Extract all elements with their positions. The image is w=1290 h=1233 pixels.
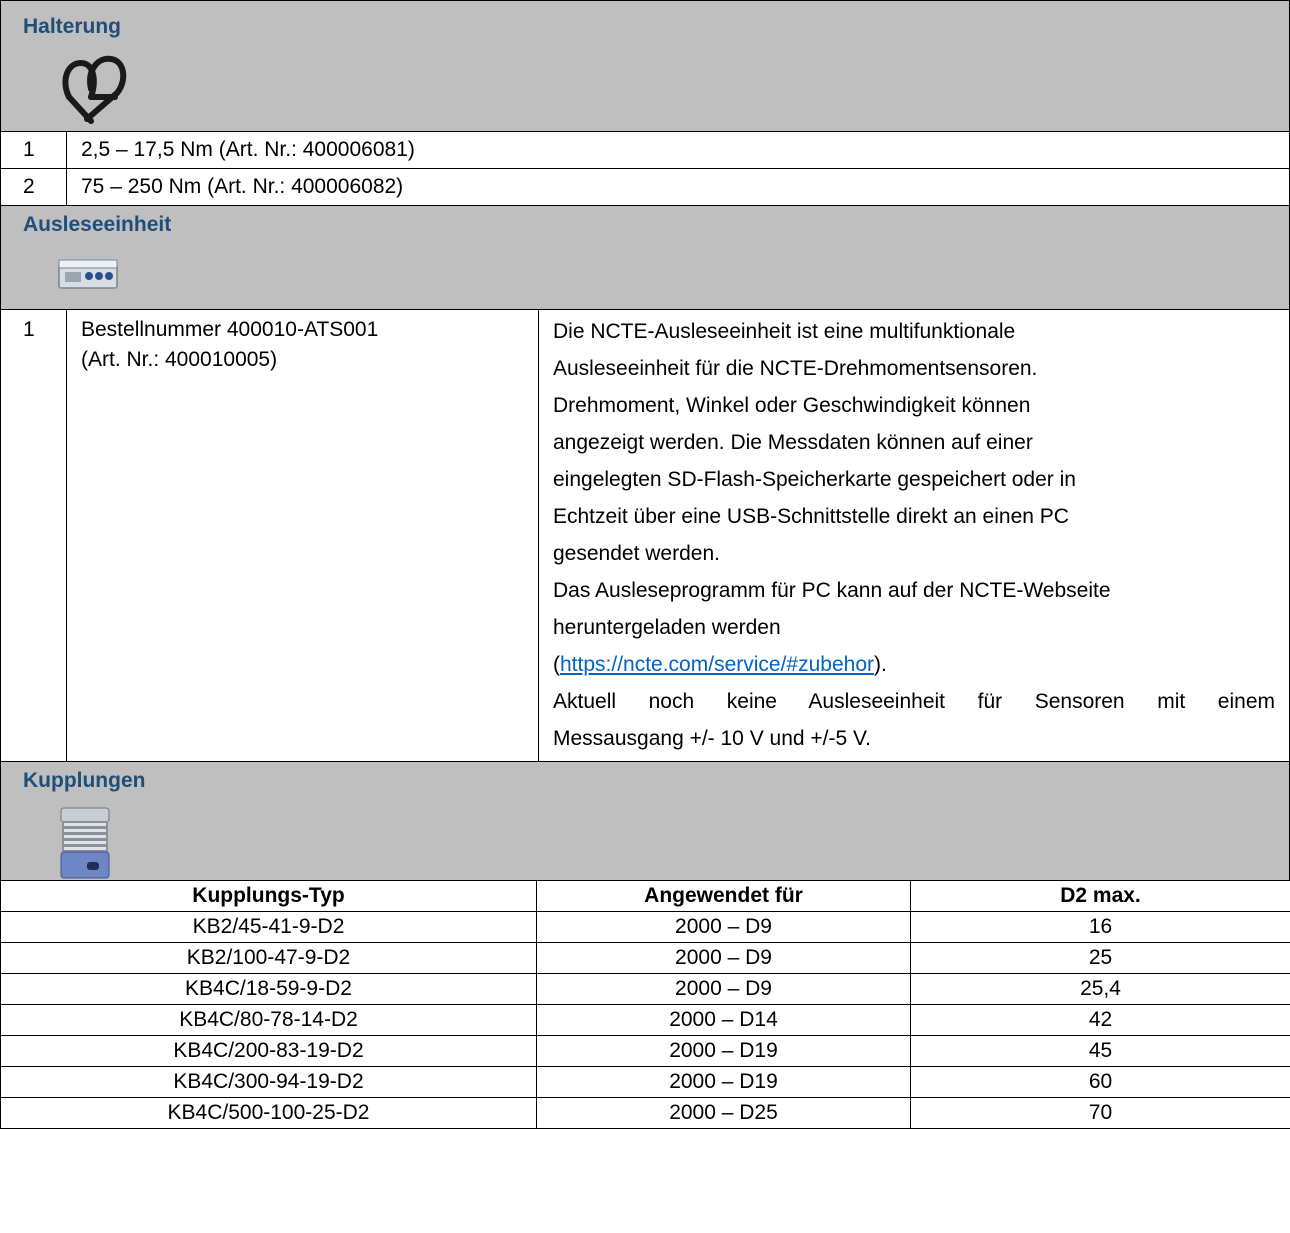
list-item: 2 75 – 250 Nm (Art. Nr.: 400006082) [0, 168, 1290, 205]
paren-close: ). [874, 653, 887, 676]
list-item: 1 2,5 – 17,5 Nm (Art. Nr.: 400006081) [0, 131, 1290, 168]
coupling-table: Kupplungs-Typ Angewendet für D2 max. KB2… [0, 880, 1290, 1129]
description-cell: Die NCTE-Ausleseeinheit ist eine multifu… [539, 310, 1289, 761]
download-link-line: (https://ncte.com/service/#zubehor). [553, 646, 1275, 683]
table-cell: 2000 – D19 [536, 1035, 911, 1067]
table-header-row: Kupplungs-Typ Angewendet für D2 max. [0, 880, 1290, 912]
table-cell: 2000 – D9 [536, 942, 911, 974]
table-cell: KB4C/300-94-19-D2 [0, 1066, 537, 1098]
row-text: 2,5 – 17,5 Nm (Art. Nr.: 400006081) [81, 138, 415, 161]
table-row: KB2/45-41-9-D2 2000 – D9 16 [0, 911, 1290, 943]
row-number: 2 [1, 169, 67, 205]
readout-unit-image [58, 259, 118, 289]
table-cell: 70 [910, 1097, 1290, 1129]
description-line: eingelegten SD-Flash-Speicherkarte gespe… [553, 468, 1076, 491]
column-header: Kupplungs-Typ [0, 880, 537, 912]
table-cell: 25,4 [910, 973, 1290, 1005]
table-cell: KB4C/200-83-19-D2 [0, 1035, 537, 1067]
description-line: Echtzeit über eine USB-Schnittstelle dir… [553, 505, 1069, 528]
table-row: KB4C/500-100-25-D2 2000 – D25 70 [0, 1097, 1290, 1129]
column-header: Angewendet für [536, 880, 911, 912]
section-title-kupplungen: Kupplungen [23, 769, 146, 792]
paren-open: ( [553, 653, 560, 676]
bracket-holder-image [62, 55, 127, 124]
section-title-halterung: Halterung [23, 15, 122, 38]
table-cell: 25 [910, 942, 1290, 974]
table-row: KB2/100-47-9-D2 2000 – D9 25 [0, 942, 1290, 974]
order-number: Bestellnummer 400010-ATS001 [81, 318, 379, 341]
table-cell: 2000 – D25 [536, 1097, 911, 1129]
row-number: 1 [1, 132, 67, 168]
table-cell: 2000 – D9 [536, 973, 911, 1005]
section-kupplungen: Kupplungen [0, 761, 1290, 880]
description-line: angezeigt werden. Die Messdaten können a… [553, 431, 1033, 454]
table-cell: 2000 – D19 [536, 1066, 911, 1098]
table-cell: 45 [910, 1035, 1290, 1067]
description-line: Drehmoment, Winkel oder Geschwindigkeit … [553, 394, 1031, 417]
description-line: Das Ausleseprogramm für PC kann auf der … [553, 579, 1111, 602]
description-line: Aktuell noch keine Ausleseeinheit für Se… [553, 690, 1275, 713]
table-cell: KB2/100-47-9-D2 [0, 942, 537, 974]
table-cell: KB4C/500-100-25-D2 [0, 1097, 537, 1129]
section-ausleseeinheit: Ausleseeinheit [0, 205, 1290, 309]
description-line: Messausgang +/- 10 V und +/-5 V. [553, 727, 871, 750]
table-row: KB4C/300-94-19-D2 2000 – D19 60 [0, 1066, 1290, 1098]
download-link[interactable]: https://ncte.com/service/#zubehor [560, 653, 874, 676]
table-row: KB4C/200-83-19-D2 2000 – D19 45 [0, 1035, 1290, 1067]
article-number: (Art. Nr.: 400010005) [81, 348, 278, 371]
column-header: D2 max. [910, 880, 1290, 912]
description-line: Ausleseeinheit für die NCTE-Drehmomentse… [553, 357, 1038, 380]
order-number-cell: Bestellnummer 400010-ATS001 (Art. Nr.: 4… [67, 310, 539, 761]
section-title-ausleseeinheit: Ausleseeinheit [23, 213, 172, 236]
bellows-coupling-image [60, 807, 110, 879]
table-row: KB4C/80-78-14-D2 2000 – D14 42 [0, 1004, 1290, 1036]
table-cell: 2000 – D14 [536, 1004, 911, 1036]
description-line: gesendet werden. [553, 542, 720, 565]
row-number: 1 [1, 310, 67, 761]
table-cell: 2000 – D9 [536, 911, 911, 943]
table-cell: 16 [910, 911, 1290, 943]
section-halterung: Halterung [0, 0, 1290, 131]
description-line: Die NCTE-Ausleseeinheit ist eine multifu… [553, 320, 1016, 343]
table-row: KB4C/18-59-9-D2 2000 – D9 25,4 [0, 973, 1290, 1005]
table-cell: 42 [910, 1004, 1290, 1036]
table-cell: 60 [910, 1066, 1290, 1098]
description-line: heruntergeladen werden [553, 616, 781, 639]
table-cell: KB4C/80-78-14-D2 [0, 1004, 537, 1036]
table-cell: KB4C/18-59-9-D2 [0, 973, 537, 1005]
accessories-document: Halterung 1 2,5 – 17,5 Nm (Art. Nr.: 400… [0, 0, 1290, 1129]
row-text: 75 – 250 Nm (Art. Nr.: 400006082) [81, 175, 404, 198]
table-cell: KB2/45-41-9-D2 [0, 911, 537, 943]
list-item: 1 Bestellnummer 400010-ATS001 (Art. Nr.:… [0, 309, 1290, 761]
